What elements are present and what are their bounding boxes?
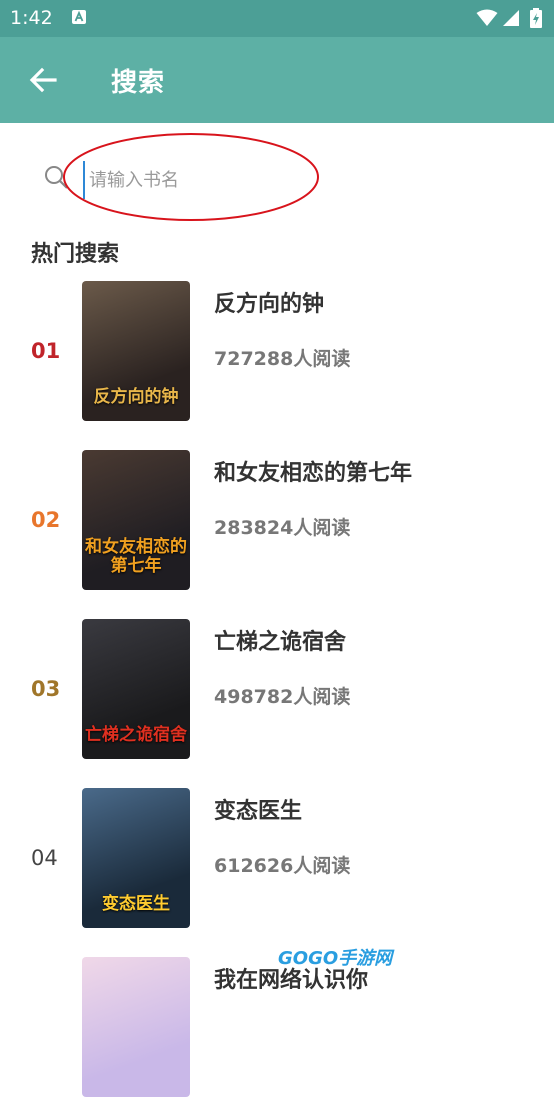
reader-count: 612626人阅读	[214, 855, 351, 877]
cover-title: 反方向的钟	[93, 387, 179, 407]
book-title[interactable]: 反方向的钟	[214, 286, 324, 318]
section-title: 热门搜索	[31, 242, 120, 267]
book-cover[interactable]: 亡梯之诡宿舍	[82, 619, 190, 759]
search-input[interactable]	[83, 161, 449, 199]
search-icon	[45, 166, 68, 189]
rank-number: 03	[31, 677, 61, 701]
back-arrow-icon[interactable]	[28, 66, 58, 94]
status-bar: 1:42	[0, 0, 554, 37]
page-title: 搜索	[111, 68, 166, 98]
book-title[interactable]: 亡梯之诡宿舍	[214, 624, 346, 656]
rank-number: 02	[31, 508, 61, 532]
search-bar	[0, 123, 554, 233]
watermark-logo: GOGO手游网	[278, 948, 393, 969]
book-cover[interactable]: 变态医生	[82, 788, 190, 928]
cover-title: 亡梯之诡宿舍	[85, 725, 187, 745]
signal-icon	[503, 10, 519, 26]
reader-count: 727288人阅读	[214, 348, 351, 370]
rank-number: 01	[31, 339, 61, 363]
reader-count: 283824人阅读	[214, 517, 351, 539]
book-item[interactable]: 03 亡梯之诡宿舍 亡梯之诡宿舍 498782人阅读	[0, 619, 554, 759]
notification-a-icon	[72, 10, 86, 24]
book-title[interactable]: 和女友相恋的第七年	[214, 455, 412, 487]
book-item[interactable]: 02 和女友相恋的第七年 和女友相恋的第七年 283824人阅读	[0, 450, 554, 590]
reader-count: 498782人阅读	[214, 686, 351, 708]
book-item[interactable]: 05 我在网络认识你	[0, 957, 554, 1097]
battery-charging-icon	[530, 8, 542, 28]
cover-title: 和女友相恋的第七年	[85, 537, 187, 576]
app-bar: 搜索	[0, 37, 554, 123]
book-cover[interactable]	[82, 957, 190, 1097]
wifi-icon	[476, 9, 498, 26]
rank-number: 04	[31, 846, 58, 870]
status-time: 1:42	[10, 7, 53, 29]
book-title[interactable]: 变态医生	[214, 793, 302, 825]
cover-title: 变态医生	[102, 894, 170, 914]
book-item[interactable]: 01 反方向的钟 反方向的钟 727288人阅读	[0, 281, 554, 421]
book-item[interactable]: 04 变态医生 变态医生 612626人阅读	[0, 788, 554, 928]
book-cover[interactable]: 反方向的钟	[82, 281, 190, 421]
book-cover[interactable]: 和女友相恋的第七年	[82, 450, 190, 590]
